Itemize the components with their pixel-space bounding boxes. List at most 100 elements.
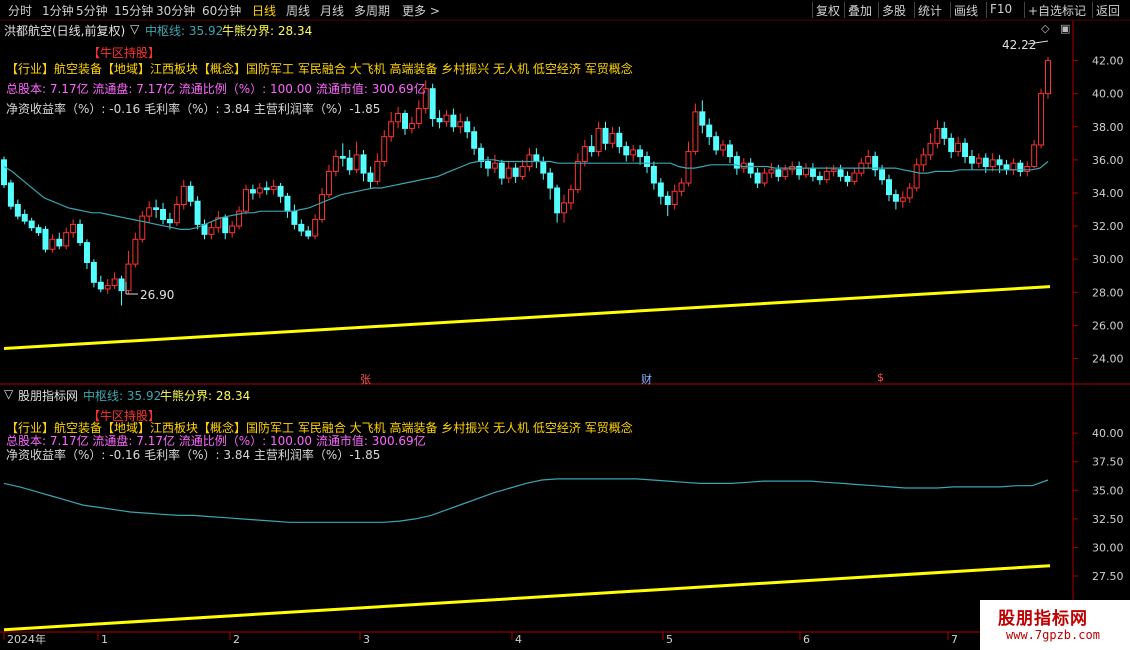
upper-line3: 净资收益率（%）: -0.16 毛利率（%）: 3.84 主营利润率（%）-1.… xyxy=(6,102,381,116)
candle-body-down xyxy=(429,88,436,119)
candle-body-down xyxy=(699,111,706,126)
x-tick-label: 1 xyxy=(101,633,108,646)
candle-body-down xyxy=(533,154,540,163)
candle-body-up xyxy=(803,167,810,176)
candle-body-down xyxy=(775,169,782,177)
candle-body-down xyxy=(637,149,644,158)
candle-body-up xyxy=(180,185,187,206)
x-tick-label: 7 xyxy=(951,633,958,646)
candle-body-up xyxy=(374,161,381,182)
candle-body-down xyxy=(471,131,478,149)
candle-body-up xyxy=(823,170,830,181)
candle-body-down xyxy=(77,223,84,244)
upper-ytick-label: 32.00 xyxy=(1092,220,1124,233)
candle-body-down xyxy=(118,278,125,292)
candle-body-up xyxy=(1045,60,1051,95)
lower-niuxiong-label: 牛熊分界: 28.34 xyxy=(160,389,251,403)
candle-body-up xyxy=(955,142,962,153)
candle-body-down xyxy=(747,162,754,174)
lower-ytick-label: 30.00 xyxy=(1092,541,1124,554)
x-tick-label: 2 xyxy=(233,633,240,646)
candle-body-up xyxy=(319,194,326,220)
candle-body-up xyxy=(104,285,111,290)
candle-body-up xyxy=(906,187,913,199)
candle-body-down xyxy=(664,195,671,206)
candle-body-down xyxy=(498,162,505,179)
candle-body-up xyxy=(526,154,533,167)
x-tick-label: 6 xyxy=(803,633,810,646)
candle-body-up xyxy=(934,127,941,144)
candle-body-down xyxy=(837,169,844,177)
lower-ytick-label: 37.50 xyxy=(1092,456,1124,469)
candle-body-up xyxy=(381,136,388,163)
candle-body-up xyxy=(49,238,56,250)
candle-body-up xyxy=(1038,93,1045,146)
candle-body-up xyxy=(353,154,360,171)
candle-body-up xyxy=(256,187,263,194)
candle-body-down xyxy=(166,218,173,224)
candle-body-up xyxy=(415,108,422,124)
candle-body-up xyxy=(519,165,526,177)
lower-ytick-label: 27.50 xyxy=(1092,570,1124,583)
candle-body-up xyxy=(325,170,332,196)
upper-title: 洪都航空(日线,前复权) xyxy=(4,24,126,38)
candle-body-up xyxy=(609,132,616,144)
candle-body-down xyxy=(948,137,955,153)
upper-line1: 【行业】航空装备【地域】江西板块【概念】国防军工 军民融合 大飞机 高端装备 乡… xyxy=(6,62,633,76)
candle-body-down xyxy=(706,124,713,138)
candle-body-down xyxy=(733,156,740,169)
candle-body-down xyxy=(464,121,471,133)
candle-body-down xyxy=(484,161,491,169)
candle-body-down xyxy=(249,189,256,194)
event-mark-cai[interactable]: 财 xyxy=(641,371,652,387)
candle-body-down xyxy=(83,242,90,263)
candle-body-up xyxy=(740,162,747,169)
window-toggle-icon[interactable]: ▣ xyxy=(1060,22,1070,35)
candle-body-down xyxy=(885,179,892,196)
candle-body-down xyxy=(816,175,823,181)
event-mark-dollar[interactable]: $ xyxy=(877,371,884,384)
candle-body-down xyxy=(263,187,270,191)
lower-collapse-icon[interactable]: ▽ xyxy=(4,387,13,401)
lower-zhongshu-line xyxy=(3,478,1049,523)
event-mark-zhang[interactable]: 张 xyxy=(360,371,371,387)
candle-body-down xyxy=(982,157,989,167)
candle-body-down xyxy=(153,207,160,211)
candle-body-down xyxy=(616,132,623,148)
candle-body-up xyxy=(830,169,837,172)
candle-body-up xyxy=(927,142,934,156)
candle-body-up xyxy=(125,263,132,292)
candle-body-down xyxy=(222,217,229,234)
candle-body-up xyxy=(761,172,768,184)
candle-body-up xyxy=(913,164,920,189)
candle-body-up xyxy=(782,169,789,177)
candle-body-down xyxy=(754,172,761,184)
candle-body-down xyxy=(35,227,42,234)
candle-body-up xyxy=(851,172,858,182)
candle-body-down xyxy=(21,213,28,222)
candle-body-down xyxy=(809,167,816,177)
upper-collapse-icon[interactable]: ▽ xyxy=(130,22,139,36)
candle-body-down xyxy=(277,185,284,197)
candle-body-up xyxy=(630,149,637,156)
candle-body-up xyxy=(457,121,464,128)
candle-body-up xyxy=(1024,165,1031,172)
candle-body-up xyxy=(561,202,568,214)
x-tick-label: 3 xyxy=(363,633,370,646)
candle-body-down xyxy=(367,172,374,182)
candle-body-up xyxy=(208,227,215,235)
upper-ytick-label: 30.00 xyxy=(1092,253,1124,266)
lower-ytick-label: 32.50 xyxy=(1092,513,1124,526)
candle-body-up xyxy=(692,111,699,153)
high-price-label: 42.22 xyxy=(1002,38,1037,52)
candle-body-up xyxy=(1010,162,1017,171)
candle-body-up xyxy=(443,114,450,123)
lower-niuxiong-line xyxy=(3,564,1051,632)
diamond-icon[interactable]: ◇ xyxy=(1041,22,1049,35)
upper-ytick-label: 34.00 xyxy=(1092,187,1124,200)
candle-body-down xyxy=(602,127,609,144)
candle-body-up xyxy=(312,218,319,237)
upper-zhongshu-label: 中枢线: 35.92 xyxy=(145,24,224,38)
candle-body-up xyxy=(395,113,402,123)
candle-body-down xyxy=(298,223,305,232)
